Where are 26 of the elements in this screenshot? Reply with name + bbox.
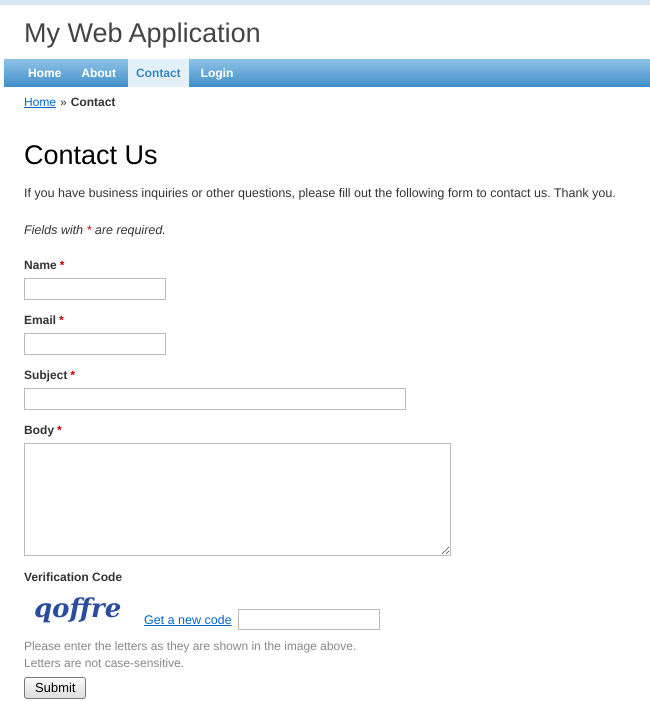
nav-tab[interactable]: Home — [20, 59, 70, 87]
field-label: Subject * — [24, 366, 76, 384]
hint-text: Letters are not case-sensitive. — [24, 654, 186, 672]
text-area[interactable] — [24, 442, 451, 556]
nav-tab[interactable]: Login — [192, 59, 242, 87]
field-label: Email * — [24, 312, 65, 328]
breadcrumb-separator: » — [60, 94, 67, 111]
new-code-link[interactable]: Get a new code — [144, 610, 232, 630]
input-field[interactable] — [24, 332, 166, 354]
page-heading: Contact Us — [24, 139, 159, 172]
required-note: Fields with * are required. — [24, 222, 167, 239]
nav-tab[interactable]: Contact — [128, 59, 189, 87]
input-field[interactable] — [24, 278, 166, 300]
field-label: Body * — [24, 422, 63, 438]
field-label: Verification Code — [24, 568, 124, 586]
hint-text: Please enter the letters as they are shown in the image above. — [24, 638, 358, 654]
captcha-image: qoffre — [34, 593, 122, 626]
site-title: My Web Application — [24, 17, 262, 49]
breadcrumb-link[interactable]: Home — [24, 93, 56, 111]
verification-input[interactable] — [238, 608, 380, 630]
input-field[interactable] — [24, 388, 406, 410]
field-label: Name * — [24, 256, 66, 274]
nav-tab[interactable]: About — [73, 59, 124, 87]
submit-button[interactable]: Submit — [24, 676, 86, 698]
intro-text: If you have business inquiries or other questions, please fill out the following form to contact us. Thank you. — [24, 185, 617, 202]
breadcrumb-current: Contact — [70, 94, 116, 111]
